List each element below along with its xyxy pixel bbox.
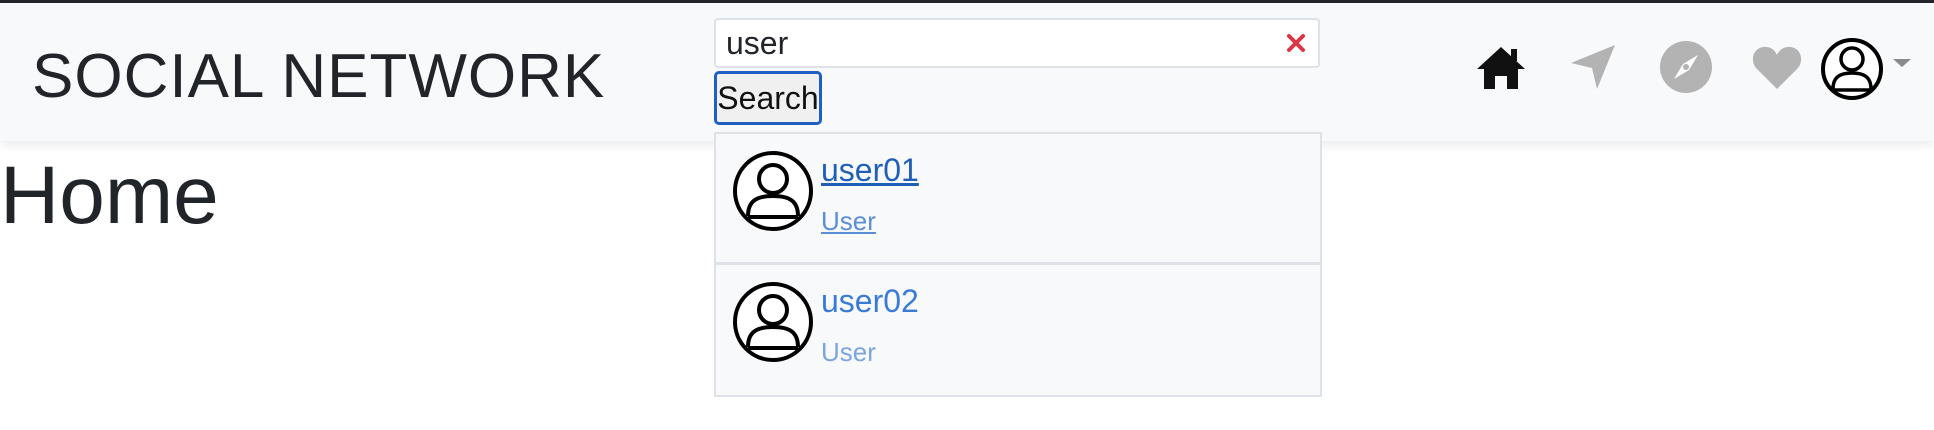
result-username-link[interactable]: user02 — [821, 283, 919, 319]
profile-menu-button[interactable] — [1820, 35, 1912, 103]
brand-logo[interactable]: SOCIAL NETWORK — [32, 41, 605, 113]
send-icon[interactable] — [1565, 39, 1621, 95]
clear-search-icon[interactable] — [1284, 31, 1308, 55]
heart-icon[interactable] — [1749, 39, 1805, 95]
search-button[interactable]: Search — [714, 71, 822, 125]
search-field — [714, 18, 1320, 68]
explore-icon[interactable] — [1658, 39, 1714, 95]
home-icon[interactable] — [1473, 39, 1529, 95]
result-role-link[interactable]: User — [821, 206, 876, 236]
caret-down-icon — [1893, 59, 1911, 67]
user-avatar-icon — [733, 282, 813, 362]
page-title: Home — [0, 150, 219, 241]
search-results-dropdown: user01 User user02 User — [714, 132, 1322, 397]
search-result-item[interactable]: user01 User — [716, 134, 1320, 265]
user-avatar-icon — [733, 151, 813, 231]
profile-avatar-icon — [1821, 38, 1883, 100]
result-role-link[interactable]: User — [821, 337, 876, 367]
result-username-link[interactable]: user01 — [821, 152, 919, 188]
search-input[interactable] — [726, 24, 1266, 62]
search-result-item[interactable]: user02 User — [716, 265, 1320, 393]
